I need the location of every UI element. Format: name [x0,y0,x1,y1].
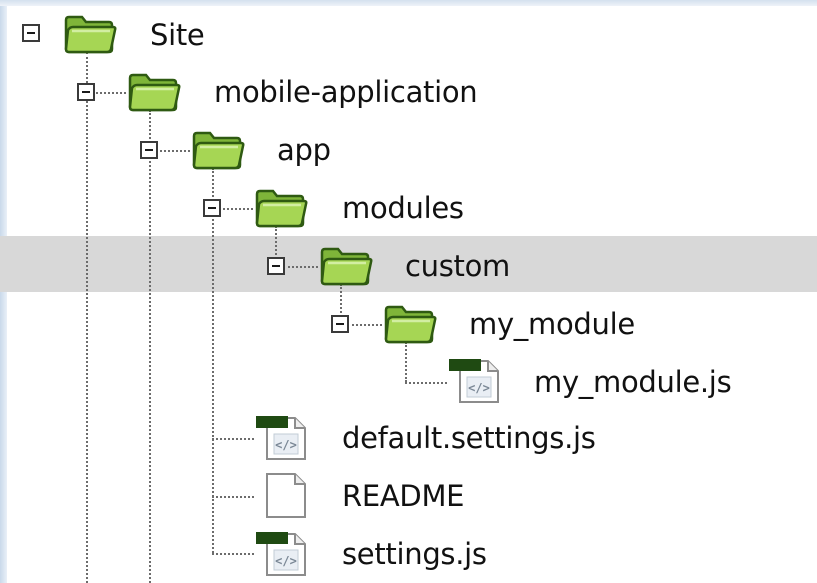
script-file-icon: </> [256,532,306,576]
tree-connector [223,208,253,210]
text-file-icon [266,473,306,518]
tree-connector [86,52,88,583]
folder-open-icon [384,305,437,344]
tree-node-label: default.settings.js [342,421,596,455]
folder-open-icon [192,131,245,170]
tree-connector [405,382,447,384]
collapse-icon[interactable] [140,141,158,159]
tree-connector [405,342,407,382]
tree-node-label: modules [342,191,464,225]
collapse-icon[interactable] [77,83,95,101]
tree-node-label: settings.js [342,537,487,571]
collapse-icon[interactable] [267,257,285,275]
collapse-icon[interactable] [331,315,349,333]
script-file-icon: </> [449,359,499,403]
folder-open-icon [320,247,373,286]
svg-text:</>: </> [468,381,490,395]
tree-node-label: mobile-application [214,75,478,109]
svg-text:</>: </> [275,554,297,568]
tree-connector [212,496,254,498]
tree-node-label: Site [150,18,205,52]
file-tree: Site mobile-application app modules cust… [0,0,817,583]
folder-open-icon [64,15,117,54]
collapse-icon[interactable] [203,199,221,217]
tree-connector [212,438,254,440]
tree-connector [352,324,382,326]
tree-node-label: app [277,133,331,167]
tree-node-label: custom [405,249,510,283]
tree-node-label: my_module [469,307,635,341]
collapse-icon[interactable] [22,24,40,42]
tree-connector [288,266,318,268]
svg-text:</>: </> [275,438,297,452]
tree-connector [96,92,126,94]
script-file-icon: </> [256,416,306,460]
tree-node-label: my_module.js [534,365,732,399]
tree-node-label: README [342,479,465,513]
tree-connector [149,110,151,583]
folder-open-icon [128,73,181,112]
folder-open-icon [255,189,308,228]
tree-connector [160,150,190,152]
tree-connector [212,553,254,555]
